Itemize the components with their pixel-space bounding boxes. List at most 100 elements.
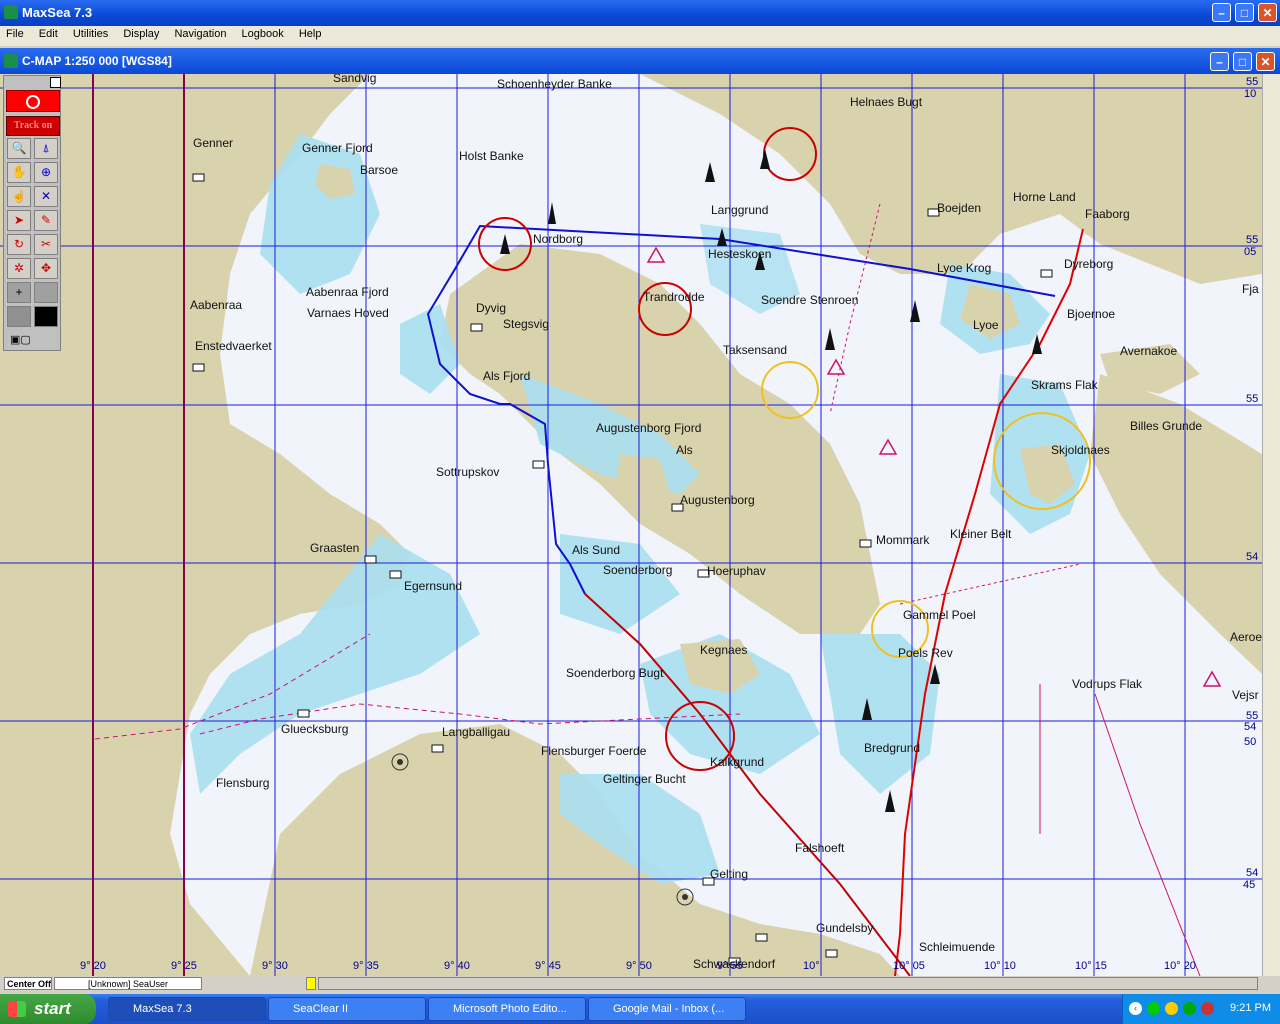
record-button[interactable] xyxy=(6,90,60,112)
place-label: Soendre Stenroen xyxy=(761,293,858,307)
menu-edit[interactable]: Edit xyxy=(33,26,64,42)
taskbar-item-seaclear[interactable]: SeaClear II xyxy=(268,997,426,1021)
measure-icon[interactable]: ✕ xyxy=(34,186,58,207)
place-label: Skjoldnaes xyxy=(1051,443,1110,457)
place-label: Als xyxy=(676,443,693,457)
scissors-icon[interactable]: ✂ xyxy=(34,234,58,255)
taskbar-item-gmail[interactable]: Google Mail - Inbox (... xyxy=(588,997,746,1021)
menu-navigation[interactable]: Navigation xyxy=(168,26,232,42)
place-label: Lyoe Krog xyxy=(937,261,991,275)
pan-hand-icon[interactable]: ✋ xyxy=(7,162,31,183)
chart-scrollbar-vertical[interactable] xyxy=(1262,74,1280,976)
place-label: Bredgrund xyxy=(864,741,920,755)
app-title: MaxSea 7.3 xyxy=(22,5,93,20)
blank-tool-icon[interactable] xyxy=(34,282,58,303)
lon-label: 9° 25 xyxy=(171,960,197,972)
place-label: Barsoe xyxy=(360,163,398,177)
start-label: start xyxy=(34,999,71,1018)
lon-label: 9° 50 xyxy=(626,960,652,972)
move-icon[interactable]: ✥ xyxy=(34,258,58,279)
place-label: Langgrund xyxy=(711,203,768,217)
lon-label: 10° 15 xyxy=(1075,960,1107,972)
menu-logbook[interactable]: Logbook xyxy=(236,26,290,42)
palette-close-icon[interactable] xyxy=(50,77,61,88)
place-label: Gluecksburg xyxy=(281,722,348,736)
pencil-icon[interactable]: ✎ xyxy=(34,210,58,231)
place-label: Augustenborg xyxy=(680,493,755,507)
chart-window-title: C-MAP 1:250 000 [WGS84] xyxy=(22,54,172,68)
zoom-icon[interactable]: 🔍 xyxy=(7,138,31,159)
taskbar-clock: 9:21 PM xyxy=(1230,1002,1271,1014)
place-label: Graasten xyxy=(310,541,359,555)
place-label: Vodrups Flak xyxy=(1072,677,1143,691)
lon-label: 9° 35 xyxy=(353,960,379,972)
place-label: Varnaes Hoved xyxy=(307,306,389,320)
compass-icon[interactable]: ⍋ xyxy=(34,138,58,159)
network-icon[interactable] xyxy=(1147,1002,1160,1015)
nautical-chart[interactable]: Sandvig Schoenheyder Banke Helnaes Bugt … xyxy=(0,74,1262,976)
track-on-button[interactable]: Track on xyxy=(6,116,60,136)
chart-minimize-button[interactable]: – xyxy=(1210,52,1229,71)
horizontal-scrollbar[interactable] xyxy=(318,977,1258,990)
center-off-toggle[interactable]: Center Off xyxy=(4,977,52,990)
place-label: Aabenraa Fjord xyxy=(306,285,389,299)
lon-label: 9° 30 xyxy=(262,960,288,972)
status-indicator-icon xyxy=(306,977,316,990)
grey-color-icon[interactable] xyxy=(7,306,31,327)
maximize-button[interactable]: □ xyxy=(1235,3,1254,22)
lat-label: 10 xyxy=(1244,88,1257,100)
black-color-icon[interactable] xyxy=(34,306,58,327)
taskbar-item-maxsea[interactable]: MaxSea 7.3 xyxy=(108,997,266,1021)
chart-close-button[interactable]: ✕ xyxy=(1256,52,1275,71)
target-icon[interactable]: ⊕ xyxy=(34,162,58,183)
place-label: Mommark xyxy=(876,533,930,547)
place-label: Kegnaes xyxy=(700,643,747,657)
lon-label: 9° 45 xyxy=(535,960,561,972)
place-label: Billes Grunde xyxy=(1130,419,1202,433)
menu-display[interactable]: Display xyxy=(117,26,165,42)
record-icon xyxy=(26,95,40,109)
menu-utilities[interactable]: Utilities xyxy=(67,26,114,42)
crosshair-icon[interactable]: + xyxy=(7,282,31,303)
security-icon[interactable] xyxy=(1183,1002,1196,1015)
place-label: Hoeruphav xyxy=(707,564,766,578)
chart-maximize-button[interactable]: □ xyxy=(1233,52,1252,71)
place-label: Soenderborg xyxy=(603,563,672,577)
close-button[interactable]: ✕ xyxy=(1258,3,1277,22)
pointer-icon[interactable]: ➤ xyxy=(7,210,31,231)
minimize-button[interactable]: – xyxy=(1212,3,1231,22)
waypoint-icon[interactable]: ✲ xyxy=(7,258,31,279)
hand-icon[interactable]: ☝ xyxy=(7,186,31,207)
signal-icon[interactable] xyxy=(1165,1002,1178,1015)
place-label: Taksensand xyxy=(723,343,787,357)
chart-canvas[interactable]: Sandvig Schoenheyder Banke Helnaes Bugt … xyxy=(0,74,1262,976)
lat-label: 55 xyxy=(1246,234,1259,246)
place-label: Hesteskoen xyxy=(708,247,771,261)
place-label: Stegsvig xyxy=(503,317,549,331)
place-label: Vejsr xyxy=(1232,688,1259,702)
taskbar-item-label: Microsoft Photo Edito... xyxy=(453,1003,567,1015)
tray-arrow-icon[interactable]: ‹ xyxy=(1129,1002,1142,1015)
lat-label: 50 xyxy=(1244,736,1257,748)
taskbar-item-photo-editor[interactable]: Microsoft Photo Edito... xyxy=(428,997,586,1021)
menu-file[interactable]: File xyxy=(0,26,30,42)
taskbar-item-label: SeaClear II xyxy=(293,1003,349,1015)
place-label: Sottrupskov xyxy=(436,465,499,479)
chart-window-titlebar: C-MAP 1:250 000 [WGS84] – □ ✕ xyxy=(0,48,1280,74)
shield-icon[interactable] xyxy=(1201,1002,1214,1015)
taskbar-item-label: MaxSea 7.3 xyxy=(133,1003,192,1015)
start-button[interactable]: start xyxy=(0,994,96,1024)
place-label: Kalkgrund xyxy=(710,755,764,769)
menu-help[interactable]: Help xyxy=(293,26,328,42)
maxsea-app-icon xyxy=(4,5,18,19)
place-label: Sandvig xyxy=(333,74,376,85)
place-label: Augustenborg Fjord xyxy=(596,421,701,435)
rotate-icon[interactable]: ↻ xyxy=(7,234,31,255)
lon-label: 9° 40 xyxy=(444,960,470,972)
menu-bar: File Edit Utilities Display Navigation L… xyxy=(0,26,1280,46)
place-label: Helnaes Bugt xyxy=(850,95,923,109)
taskbar-item-label: Google Mail - Inbox (... xyxy=(613,1003,725,1015)
place-label: Dyvig xyxy=(476,301,506,315)
display-icon[interactable]: ▣▢ xyxy=(10,333,31,346)
place-label: Gelting xyxy=(710,867,748,881)
